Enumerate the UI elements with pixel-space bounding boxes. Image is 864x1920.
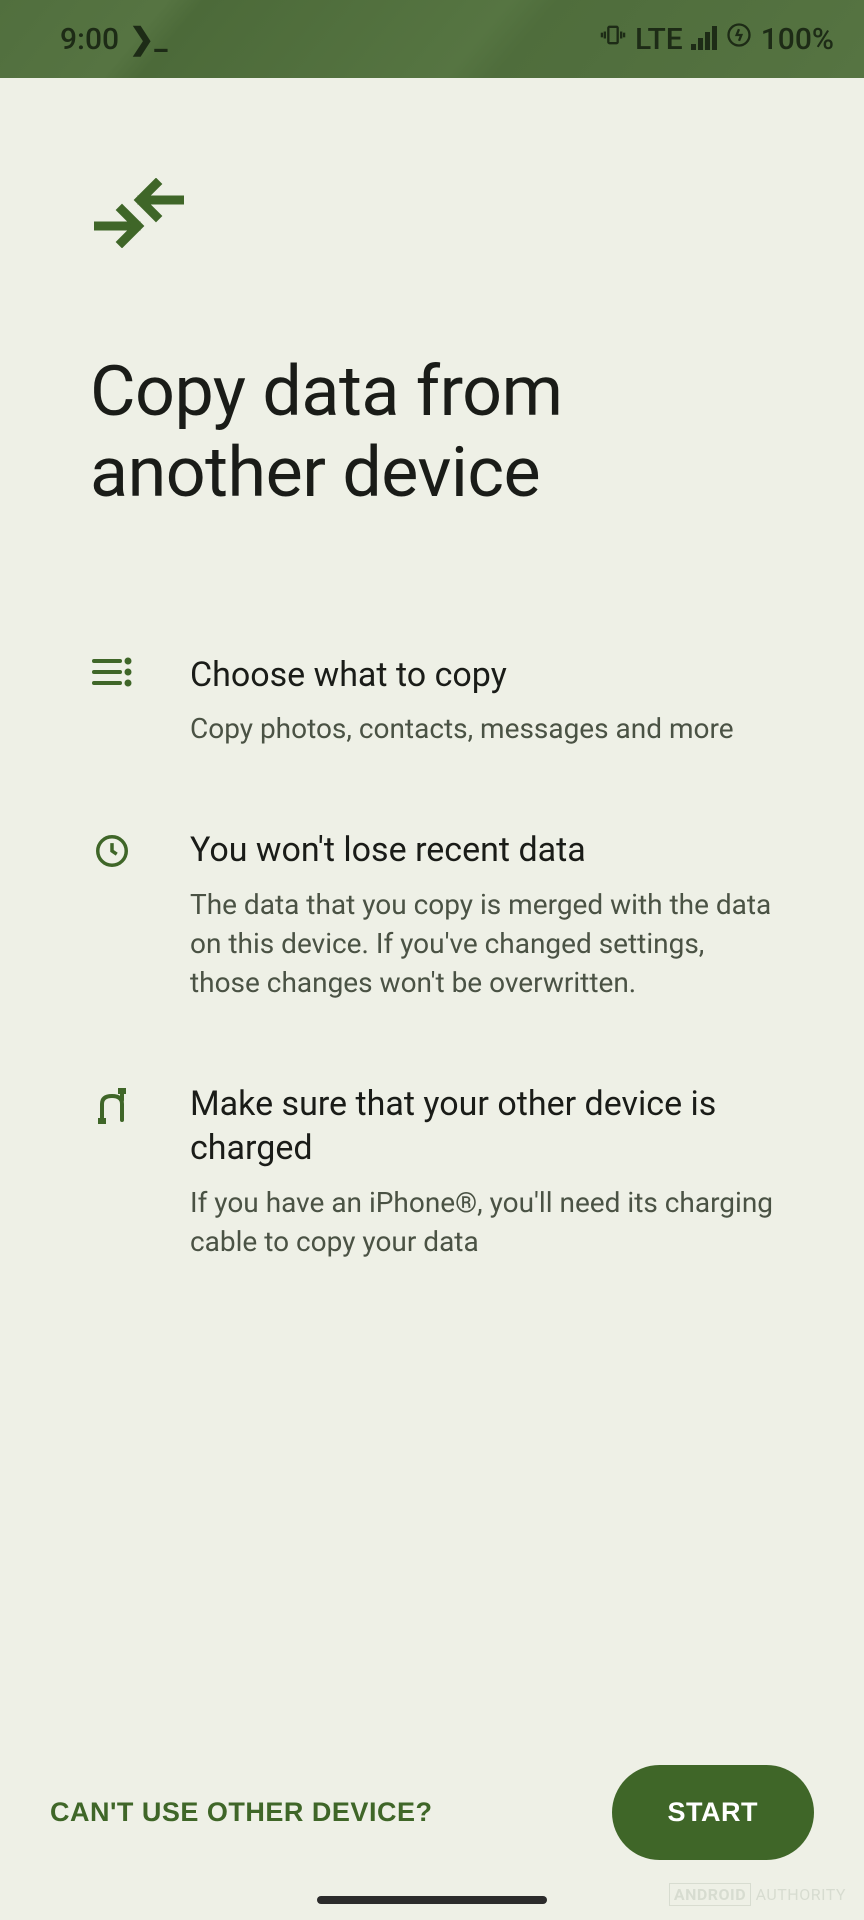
status-bar: 9:00 ❯_ LTE 100%: [0, 0, 864, 78]
list-item: Make sure that your other device is char…: [90, 1082, 774, 1261]
nav-handle[interactable]: [317, 1896, 547, 1904]
status-time: 9:00: [60, 22, 119, 57]
item-desc: If you have an iPhone®, you'll need its …: [190, 1183, 774, 1261]
page-title: Copy data from another device: [90, 352, 774, 513]
item-title: Choose what to copy: [190, 653, 774, 697]
info-list: Choose what to copy Copy photos, contact…: [90, 653, 774, 1261]
vibrate-icon: [599, 21, 627, 57]
cable-icon: [90, 1086, 134, 1126]
battery-icon: [725, 21, 753, 57]
status-left: 9:00 ❯_: [60, 22, 168, 57]
cant-use-device-button[interactable]: CAN'T USE OTHER DEVICE?: [50, 1797, 432, 1828]
content: Copy data from another device Choose wha…: [0, 78, 864, 1725]
status-right: LTE 100%: [599, 21, 834, 57]
signal-icon: [691, 28, 717, 50]
clock-icon: [90, 832, 134, 870]
list-item: Choose what to copy Copy photos, contact…: [90, 653, 774, 748]
item-desc: The data that you copy is merged with th…: [190, 885, 774, 1003]
item-title: Make sure that your other device is char…: [190, 1082, 774, 1170]
list-item: You won't lose recent data The data that…: [90, 828, 774, 1002]
list-select-icon: [90, 657, 134, 687]
item-desc: Copy photos, contacts, messages and more: [190, 709, 774, 748]
start-button[interactable]: START: [612, 1765, 815, 1860]
item-title: You won't lose recent data: [190, 828, 774, 872]
transfer-arrows-icon: [94, 178, 774, 252]
terminal-icon: ❯_: [129, 22, 167, 57]
battery-percent: 100%: [761, 22, 834, 57]
network-label: LTE: [635, 22, 683, 57]
watermark: ANDROID AUTHORITY: [669, 1885, 846, 1904]
